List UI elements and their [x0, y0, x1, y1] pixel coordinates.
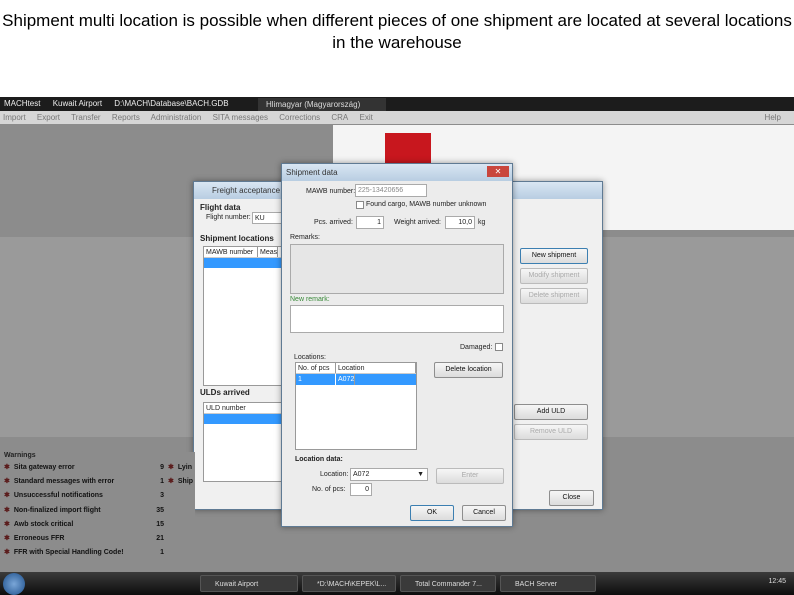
delete-shipment-button[interactable]: Delete shipment — [520, 288, 588, 304]
delete-location-button[interactable]: Delete location — [434, 362, 503, 378]
no-of-pcs-input[interactable]: 0 — [350, 483, 372, 496]
remove-uld-button[interactable]: Remove ULD — [514, 424, 588, 440]
mawb-input[interactable]: 225-13420656 — [355, 184, 427, 197]
weight-unit: kg — [478, 219, 486, 226]
app-screenshot: MACHtest Kuwait Airport D:\MACH\Database… — [0, 97, 794, 595]
col-no-of-pcs[interactable]: No. of pcs — [296, 363, 336, 373]
menu-help[interactable]: Help — [765, 111, 781, 124]
new-remark-label: New remark: — [290, 296, 330, 303]
add-uld-button[interactable]: Add ULD — [514, 404, 588, 420]
location-row[interactable]: 1 A072 — [296, 374, 416, 385]
row-location: A072 — [338, 374, 356, 385]
selected-uld-row[interactable] — [204, 414, 282, 424]
location-data-heading: Location data: — [295, 456, 343, 463]
pcs-arrived-input[interactable]: 1 — [356, 216, 384, 229]
flight-number-label: Flight number: — [206, 214, 251, 221]
close-icon[interactable]: ✕ — [487, 166, 509, 177]
airport-name: Kuwait Airport — [52, 99, 103, 108]
enter-button[interactable]: Enter — [436, 468, 504, 484]
menu-exit[interactable]: Exit — [360, 113, 373, 122]
cancel-button[interactable]: Cancel — [462, 505, 506, 521]
ok-button[interactable]: OK — [410, 505, 454, 521]
col-location[interactable]: Location — [336, 363, 416, 373]
locations-label: Locations: — [294, 354, 326, 361]
location-label: Location: — [320, 471, 349, 478]
warning-item[interactable]: ✱ FFR with Special Handling Code! 1 — [4, 546, 164, 560]
menu-import[interactable]: Import — [3, 113, 26, 122]
location-select[interactable]: A072 ▼ — [350, 468, 428, 481]
start-button[interactable] — [3, 573, 25, 595]
flight-number-input[interactable]: KU — [252, 212, 282, 224]
taskbar: Kuwait Airport *D:\MACH\KEPEK\L... Total… — [0, 572, 794, 595]
chevron-down-icon: ▼ — [417, 471, 424, 478]
warnings-heading: Warnings — [4, 452, 36, 459]
menu-cra[interactable]: CRA — [331, 113, 348, 122]
warning-item[interactable]: ✱ Lyin — [168, 461, 194, 475]
menu-administration[interactable]: Administration — [151, 113, 202, 122]
warning-item[interactable]: ✱ Ship — [168, 475, 194, 489]
mawb-label: MAWB number: — [306, 188, 356, 195]
ulds-arrived-heading: ULDs arrived — [200, 388, 250, 397]
app-titlebar: MACHtest Kuwait Airport D:\MACH\Database… — [0, 97, 794, 111]
pcs-arrived-label: Pcs. arrived: — [314, 219, 353, 226]
db-path: D:\MACH\Database\BACH.GDB — [114, 99, 229, 108]
slide-caption: Shipment multi location is possible when… — [2, 11, 792, 52]
new-remark-textarea[interactable] — [290, 305, 504, 333]
warning-item[interactable]: ✱ Sita gateway error 9 — [4, 461, 164, 475]
warning-item[interactable]: ✱ Standard messages with error 1 — [4, 475, 164, 489]
shipment-data-dialog: Shipment data ✕ MAWB number: 225-1342065… — [281, 163, 513, 527]
task-total-commander[interactable]: Total Commander 7... — [400, 575, 496, 592]
menu-reports[interactable]: Reports — [112, 113, 140, 122]
col-meas[interactable]: Meas — [258, 247, 279, 257]
warning-item[interactable]: ✱ Non-finalized import flight 35 — [4, 504, 164, 518]
task-explorer[interactable]: *D:\MACH\KEPEK\L... — [302, 575, 396, 592]
warnings-panel: Warnings ✱ Sita gateway error 9 ✱ Standard … — [0, 452, 195, 568]
weight-arrived-input[interactable]: 10,0 — [445, 216, 475, 229]
location-value: A072 — [353, 471, 370, 478]
col-uld[interactable]: ULD number — [204, 403, 282, 413]
new-shipment-button[interactable]: New shipment — [520, 248, 588, 264]
ulds-list[interactable]: ULD number — [203, 402, 283, 482]
clock[interactable]: 12:45 — [768, 578, 786, 585]
col-mawb[interactable]: MAWB number — [204, 247, 258, 257]
user-indicator: Hlimagyar (Magyarország) — [258, 98, 386, 111]
task-bach-server[interactable]: BACH Server — [500, 575, 596, 592]
damaged-label: Damaged: — [460, 344, 493, 351]
shipment-locations-list[interactable]: MAWB number Meas — [203, 246, 283, 386]
found-cargo-checkbox[interactable] — [356, 201, 364, 209]
task-kuwait-airport[interactable]: Kuwait Airport — [200, 575, 298, 592]
found-cargo-label: Found cargo, MAWB number unknown — [366, 201, 487, 208]
warning-item[interactable]: ✱ Awb stock critical 15 — [4, 518, 164, 532]
warning-item[interactable]: ✱ Erroneous FFR 21 — [4, 532, 164, 546]
selected-row[interactable] — [204, 258, 282, 268]
company-logo — [385, 133, 431, 163]
damaged-checkbox[interactable] — [495, 343, 503, 351]
row-pcs: 1 — [296, 374, 336, 385]
no-of-pcs-label: No. of pcs: — [312, 486, 346, 493]
flight-data-heading: Flight data — [200, 203, 241, 212]
warning-item[interactable]: ✱ Unsuccessful notifications 3 — [4, 489, 164, 503]
remarks-label: Remarks: — [290, 234, 320, 241]
locations-list[interactable]: No. of pcs Location 1 A072 — [295, 362, 417, 450]
modify-shipment-button[interactable]: Modify shipment — [520, 268, 588, 284]
remarks-textarea[interactable] — [290, 244, 504, 294]
close-button[interactable]: Close — [549, 490, 594, 506]
app-name: MACHtest — [4, 99, 41, 108]
menu-bar: Import Export Transfer Reports Administr… — [0, 111, 794, 124]
dialog-title: Shipment data — [282, 164, 512, 181]
menu-export[interactable]: Export — [37, 113, 60, 122]
menu-corrections[interactable]: Corrections — [279, 113, 320, 122]
menu-transfer[interactable]: Transfer — [71, 113, 101, 122]
shipment-locations-heading: Shipment locations — [200, 234, 274, 243]
menu-sita[interactable]: SITA messages — [213, 113, 268, 122]
weight-arrived-label: Weight arrived: — [394, 219, 441, 226]
